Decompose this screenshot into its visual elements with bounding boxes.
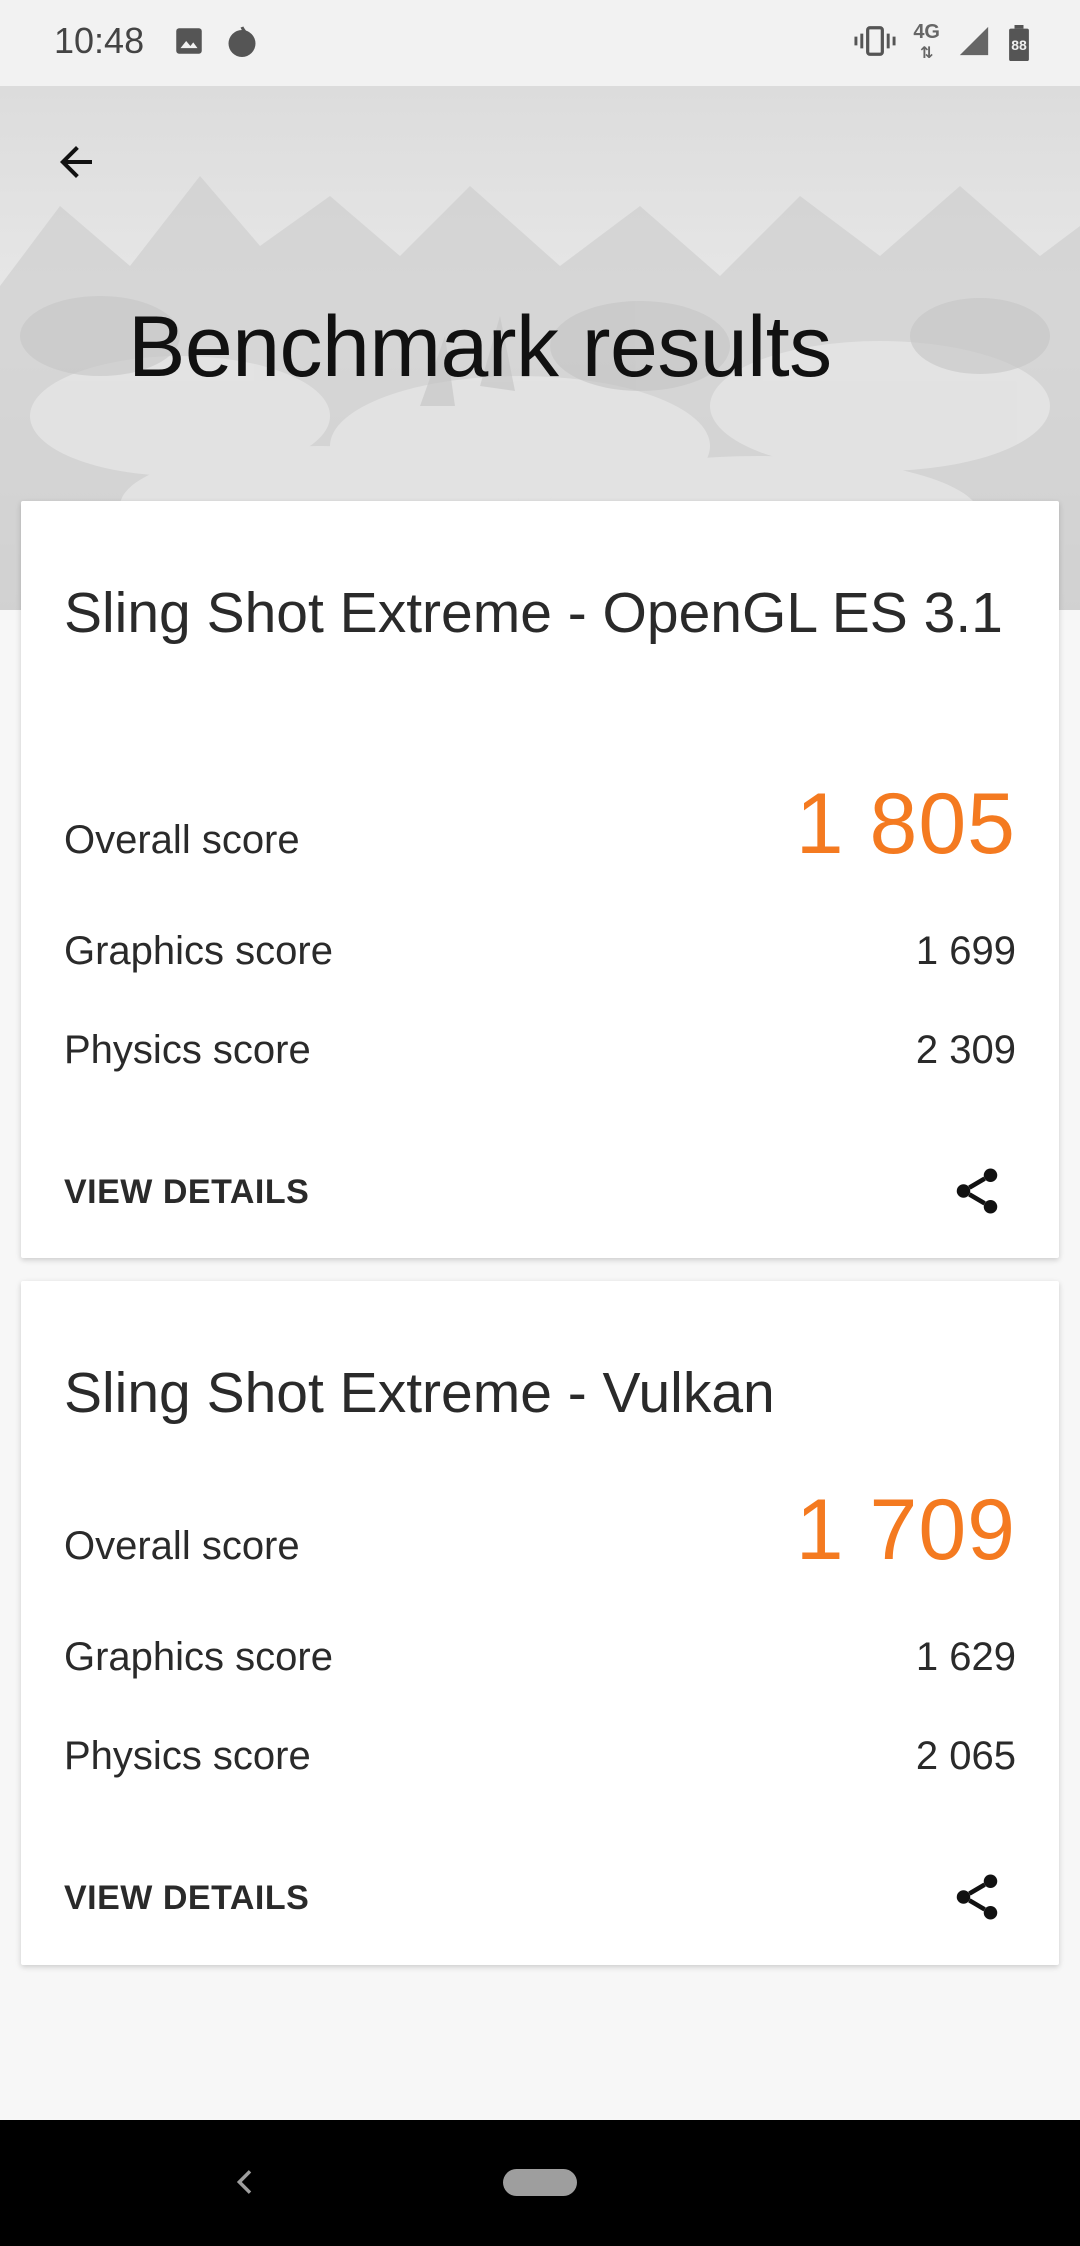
physics-score-row: Physics score 2 309 (64, 1028, 1016, 1073)
overall-score-value: 1 709 (795, 1482, 1016, 1578)
flame-icon (224, 24, 260, 65)
nav-home-pill[interactable] (503, 2169, 577, 2196)
screen: 10:48 4G ⇅ 88 Benchmark results Sling Sh… (0, 0, 1080, 2246)
graphics-score-row: Graphics score 1 629 (64, 1635, 1016, 1680)
overall-score-row: Overall score 1 709 (64, 1481, 1016, 1580)
graphics-score-label: Graphics score (64, 929, 333, 973)
share-button[interactable] (945, 1865, 1009, 1929)
system-nav-bar (0, 2120, 1080, 2246)
overall-score-label: Overall score (64, 818, 300, 862)
vibrate-icon (853, 23, 897, 64)
physics-score-value: 2 065 (915, 1734, 1016, 1778)
battery-level: 88 (1011, 37, 1027, 53)
image-icon (172, 24, 206, 65)
result-card-opengl: Sling Shot Extreme - OpenGL ES 3.1 Overa… (21, 501, 1059, 1258)
share-icon (956, 1874, 998, 1920)
page-title: Benchmark results (128, 299, 832, 395)
arrow-left-icon (60, 146, 92, 178)
battery-icon: 88 (1008, 25, 1030, 62)
signal-icon (956, 24, 992, 63)
view-details-button[interactable]: VIEW DETAILS (64, 1173, 309, 1212)
view-details-button[interactable]: VIEW DETAILS (64, 1879, 309, 1918)
physics-score-label: Physics score (64, 1734, 311, 1778)
overall-score-value: 1 805 (795, 776, 1016, 872)
graphics-score-row: Graphics score 1 699 (64, 929, 1016, 974)
status-bar: 10:48 4G ⇅ 88 (0, 0, 1080, 86)
physics-score-row: Physics score 2 065 (64, 1734, 1016, 1779)
back-button[interactable] (40, 126, 112, 198)
physics-score-label: Physics score (64, 1028, 311, 1072)
graphics-score-value: 1 699 (915, 929, 1016, 973)
overall-score-label: Overall score (64, 1524, 300, 1568)
nav-back-icon (236, 2170, 252, 2194)
status-right-icons: 4G ⇅ 88 (853, 22, 1030, 64)
status-left-icons (172, 24, 260, 65)
result-card-vulkan: Sling Shot Extreme - Vulkan Overall scor… (21, 1281, 1059, 1965)
share-icon (956, 1168, 998, 1214)
graphics-score-value: 1 629 (915, 1635, 1016, 1679)
share-button[interactable] (945, 1159, 1009, 1223)
card-title: Sling Shot Extreme - OpenGL ES 3.1 (64, 581, 1003, 645)
overall-score-row: Overall score 1 805 (64, 775, 1016, 874)
nav-back-button[interactable] (222, 2158, 270, 2206)
graphics-score-label: Graphics score (64, 1635, 333, 1679)
status-time: 10:48 (54, 20, 145, 61)
network-type: 4G ⇅ (913, 21, 940, 62)
card-title: Sling Shot Extreme - Vulkan (64, 1361, 775, 1425)
physics-score-value: 2 309 (915, 1028, 1016, 1072)
